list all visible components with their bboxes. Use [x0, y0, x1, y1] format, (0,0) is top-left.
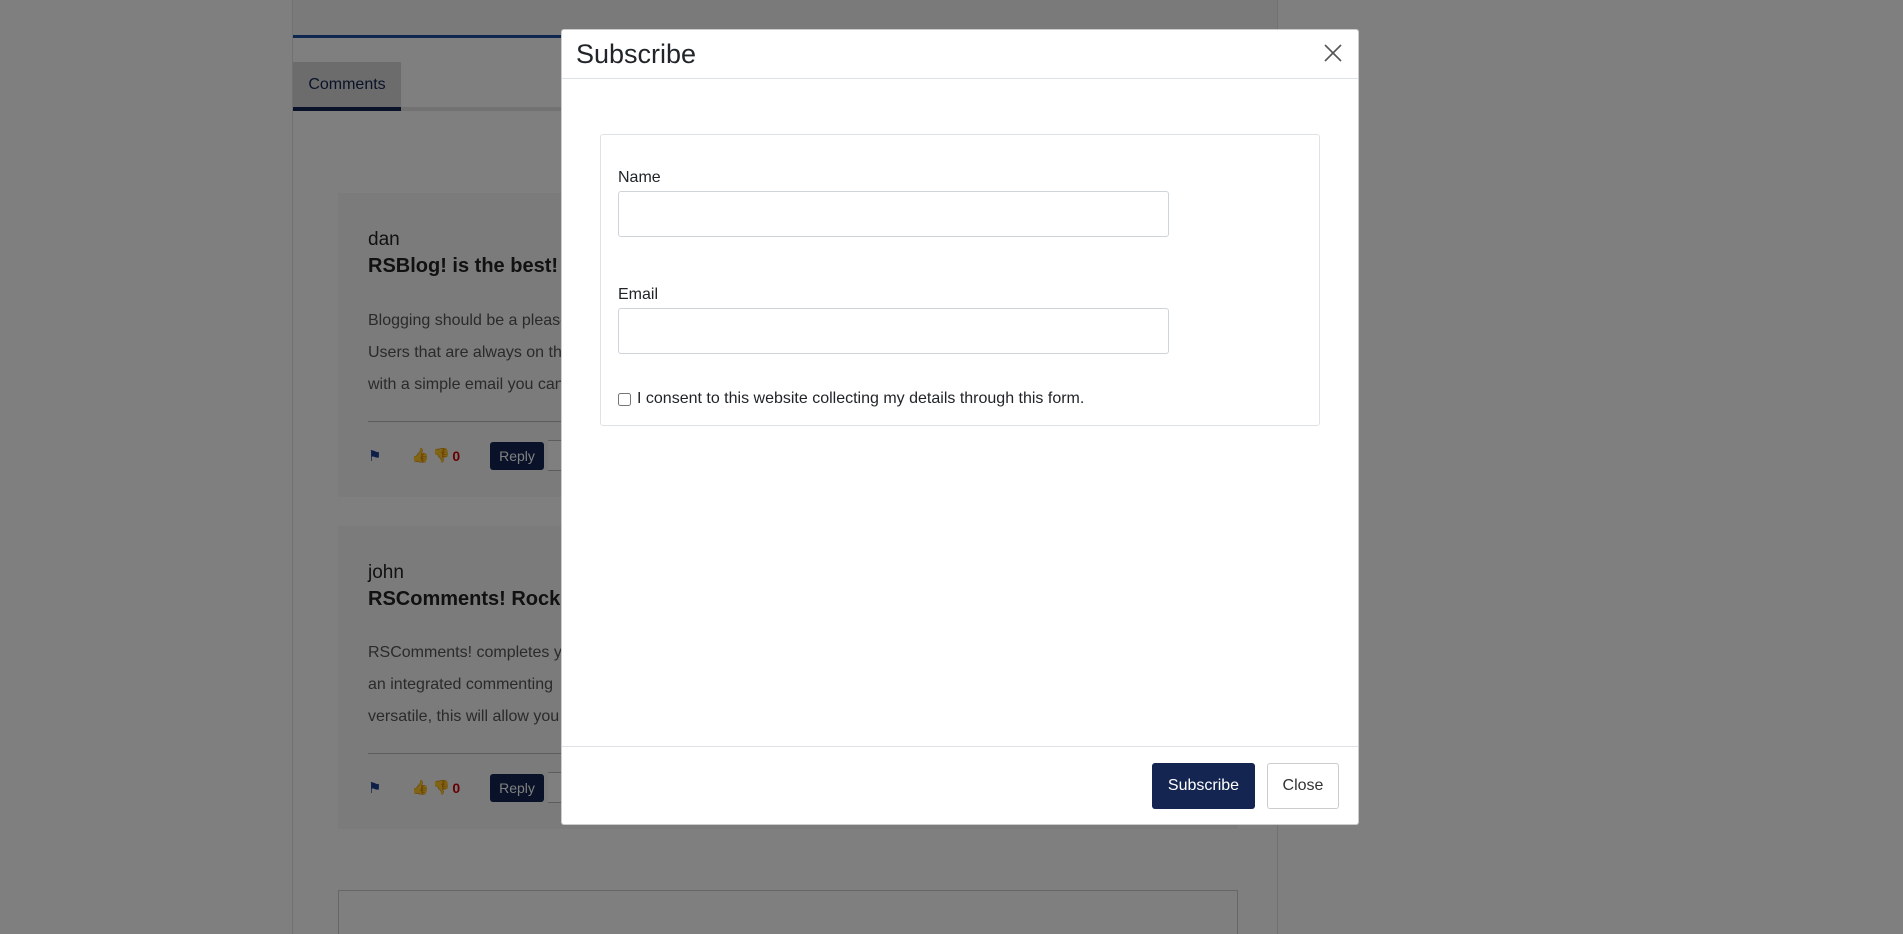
consent-label: I consent to this website collecting my … — [637, 390, 1085, 407]
subscribe-button[interactable]: Subscribe — [1152, 763, 1255, 809]
close-icon — [1324, 44, 1342, 62]
modal-footer: Subscribe Close — [562, 746, 1358, 824]
modal-title: Subscribe — [576, 39, 697, 69]
email-label: Email — [618, 286, 659, 303]
modal-close-button[interactable] — [1320, 40, 1346, 66]
email-input[interactable] — [618, 308, 1169, 354]
close-button[interactable]: Close — [1267, 763, 1339, 809]
subscribe-form: Name Email I consent to this website col… — [600, 134, 1320, 426]
subscribe-modal: Subscribe Name Email I consent to this w… — [561, 29, 1359, 825]
name-label: Name — [618, 169, 661, 186]
modal-header: Subscribe — [562, 30, 1358, 79]
consent-checkbox[interactable] — [618, 392, 631, 406]
consent-row: I consent to this website collecting my … — [618, 390, 1084, 408]
name-input[interactable] — [618, 191, 1169, 237]
